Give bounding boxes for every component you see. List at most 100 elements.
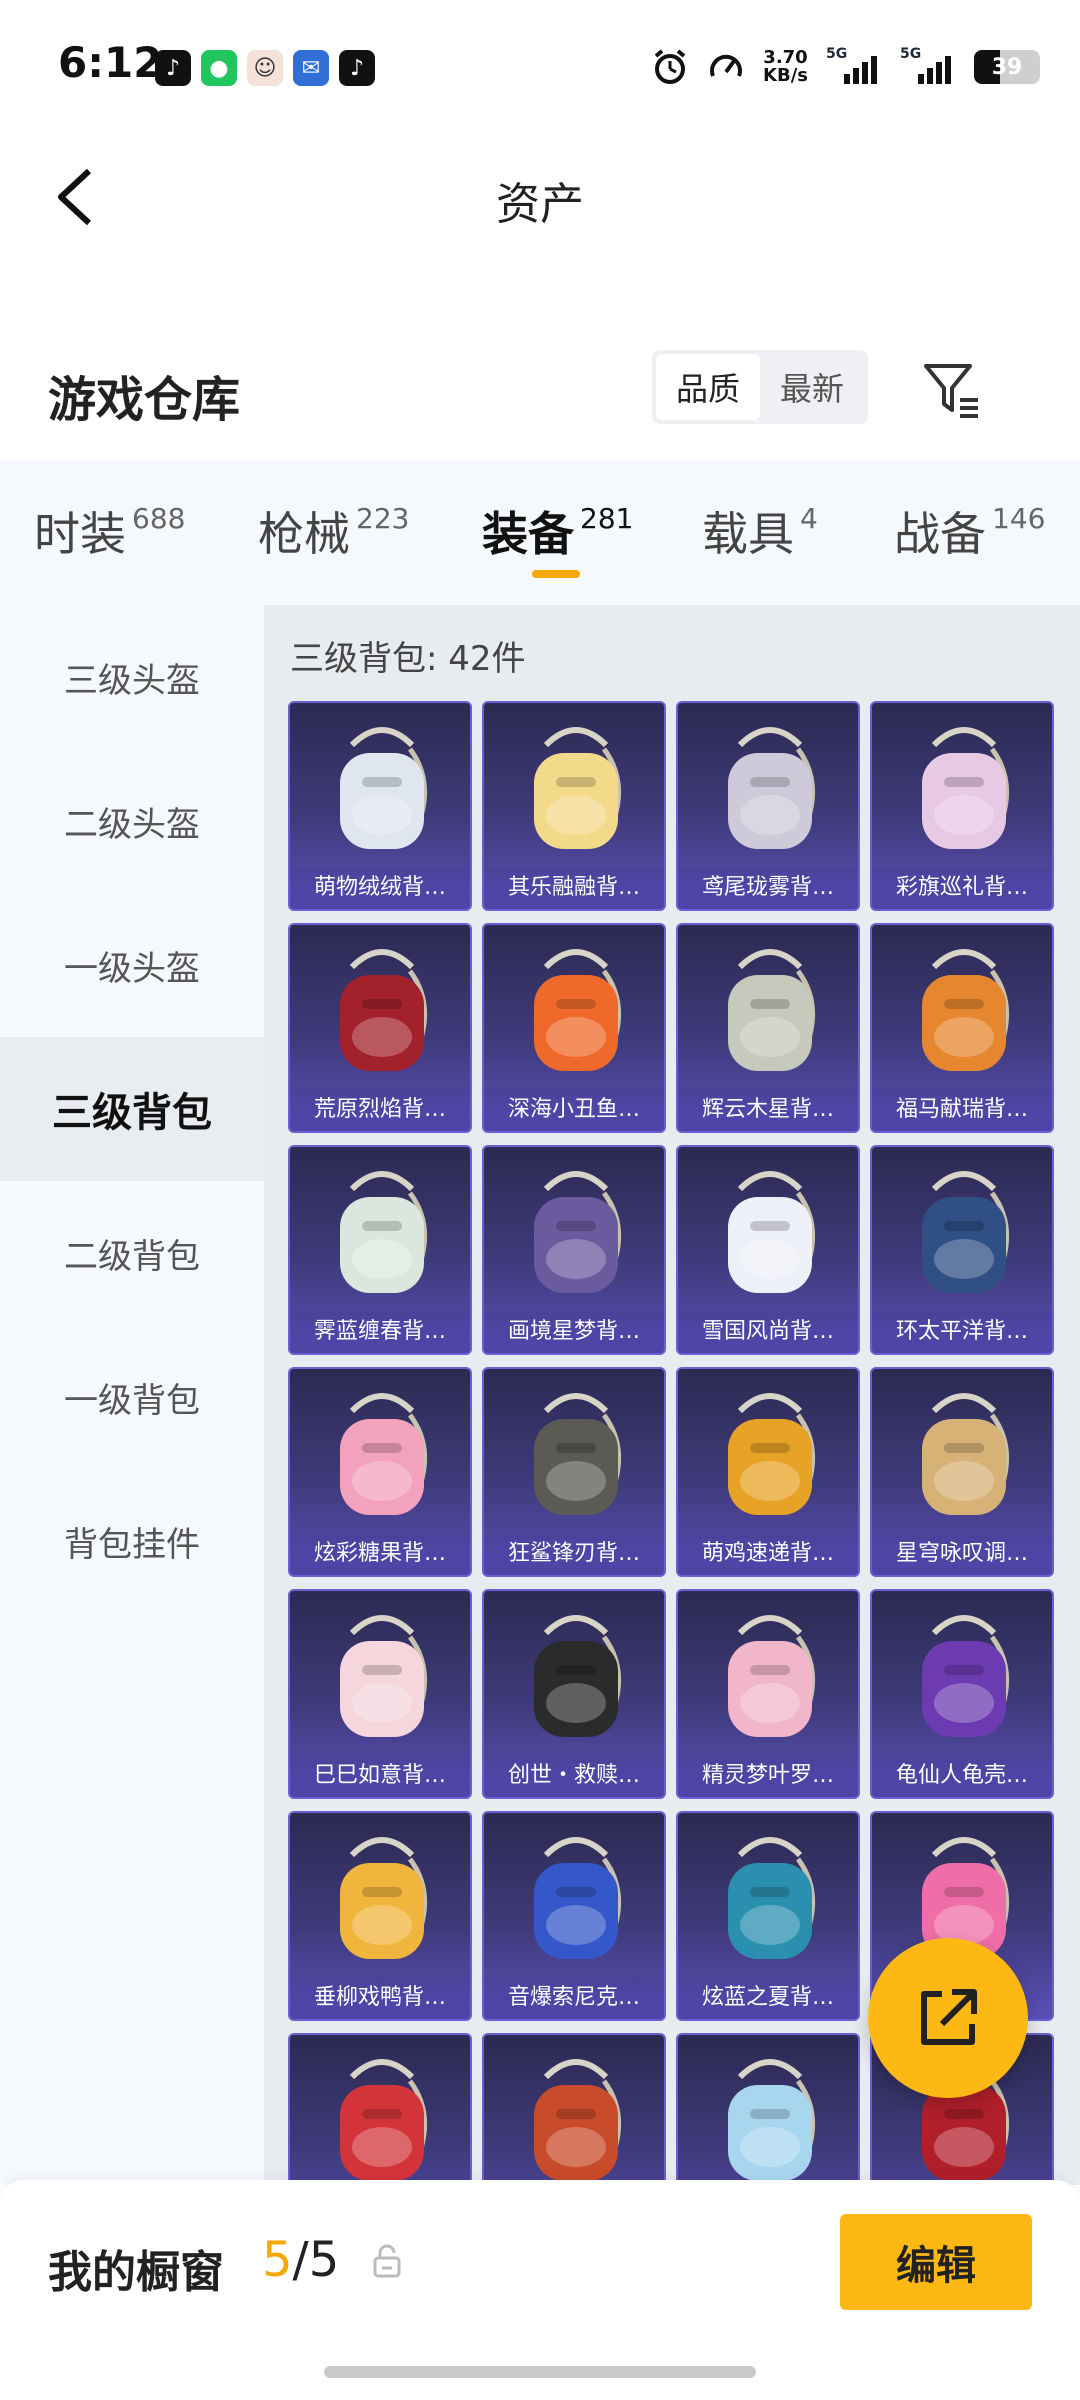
- showcase-current: 5: [262, 2232, 293, 2288]
- item-card[interactable]: 创世・救赎…: [482, 1589, 666, 1799]
- item-name: 精灵梦叶罗…: [678, 1755, 858, 1797]
- item-card[interactable]: 垂柳戏鸭背…: [288, 1811, 472, 2021]
- sidebar-item-level1-backpack[interactable]: 一级背包: [0, 1325, 264, 1469]
- backpack-icon: [340, 1837, 427, 1959]
- backpack-icon: [340, 949, 427, 1071]
- backpack-icon: [340, 2059, 427, 2181]
- showcase-separator: /: [292, 2232, 309, 2288]
- sidebar-item-level2-helmet[interactable]: 二级头盔: [0, 749, 264, 893]
- showcase-count: 5/5: [262, 2232, 339, 2288]
- item-card[interactable]: 萌物绒绒背…: [288, 701, 472, 911]
- category-tabs: 时装 688 枪械 223 装备 281 载具 4 战备 146: [0, 460, 1080, 605]
- item-card[interactable]: 环太平洋背…: [870, 1145, 1054, 1355]
- share-icon: [921, 1989, 977, 2045]
- sort-option-quality[interactable]: 品质: [656, 354, 760, 420]
- item-name: 鸢尾珑雾背…: [678, 867, 858, 909]
- sidebar-item-level1-helmet[interactable]: 一级头盔: [0, 893, 264, 1037]
- item-card[interactable]: 炫蓝之夏背…: [676, 1811, 860, 2021]
- backpack-icon: [534, 1393, 621, 1515]
- backpack-icon: [922, 1393, 1009, 1515]
- active-tab-indicator: [532, 570, 580, 578]
- item-card[interactable]: 鸢尾珑雾背…: [676, 701, 860, 911]
- backpack-icon: [534, 1615, 621, 1737]
- item-card[interactable]: 炫彩糖果背…: [288, 1367, 472, 1577]
- wechat-icon: ●: [201, 50, 237, 86]
- tab-count: 146: [992, 502, 1046, 535]
- backpack-icon: [340, 1615, 427, 1737]
- backpack-icon: [728, 949, 815, 1071]
- item-name: 垂柳戏鸭背…: [290, 1977, 470, 2019]
- sort-toggle: 品质 最新: [652, 350, 868, 424]
- item-name: 深海小丑鱼…: [484, 1089, 664, 1131]
- showcase-total: 5: [308, 2232, 340, 2288]
- item-card[interactable]: 狂鲨锋刃背…: [482, 1367, 666, 1577]
- sidebar-item-level2-backpack[interactable]: 二级背包: [0, 1181, 264, 1325]
- section-label: 三级背包: 42件: [290, 639, 526, 679]
- tab-fashion[interactable]: 时装 688: [34, 498, 185, 564]
- item-name: 炫彩糖果背…: [290, 1533, 470, 1575]
- tab-label: 战备: [894, 507, 986, 561]
- item-name: 音爆索尼克…: [484, 1977, 664, 2019]
- item-name: 狂鲨锋刃背…: [484, 1533, 664, 1575]
- backpack-icon: [534, 727, 621, 849]
- backpack-icon: [728, 1837, 815, 1959]
- sidebar-item-level3-backpack[interactable]: 三级背包: [0, 1037, 264, 1181]
- backpack-icon: [728, 2059, 815, 2181]
- sidebar-item-backpack-charm[interactable]: 背包挂件: [0, 1469, 264, 1613]
- backpack-icon: [340, 1171, 427, 1293]
- tab-tactical-gear[interactable]: 战备 146: [894, 498, 1045, 564]
- tab-label: 时装: [34, 507, 126, 561]
- item-name: 彩旗巡礼背…: [872, 867, 1052, 909]
- tab-firearms[interactable]: 枪械 223: [258, 498, 409, 564]
- item-card[interactable]: 萌鸡速递背…: [676, 1367, 860, 1577]
- item-name: 萌鸡速递背…: [678, 1533, 858, 1575]
- item-card[interactable]: 精灵梦叶罗…: [676, 1589, 860, 1799]
- signal-icon: 5G: [900, 46, 956, 84]
- page-title: 资产: [496, 179, 584, 230]
- tab-label: 装备: [482, 507, 574, 561]
- lock-icon: [373, 2244, 401, 2278]
- backpack-icon: [534, 1171, 621, 1293]
- item-card[interactable]: 辉云木星背…: [676, 923, 860, 1133]
- item-card[interactable]: 龟仙人龟壳…: [870, 1589, 1054, 1799]
- item-card[interactable]: 福马献瑞背…: [870, 923, 1054, 1133]
- item-card[interactable]: [482, 2033, 666, 2185]
- backpack-icon: [728, 727, 815, 849]
- share-button[interactable]: [868, 1938, 1028, 2098]
- item-card[interactable]: 霁蓝缠春背…: [288, 1145, 472, 1355]
- tab-vehicles[interactable]: 载具 4: [702, 498, 818, 564]
- network-speed-unit: KB/s: [763, 65, 808, 86]
- item-name: 龟仙人龟壳…: [872, 1755, 1052, 1797]
- network-speed: 3.70 KB/s: [763, 49, 808, 85]
- item-card[interactable]: 深海小丑鱼…: [482, 923, 666, 1133]
- item-name: 环太平洋背…: [872, 1311, 1052, 1353]
- backpack-icon: [728, 1393, 815, 1515]
- item-card[interactable]: 其乐融融背…: [482, 701, 666, 911]
- tab-equipment[interactable]: 装备 281: [482, 498, 633, 564]
- backpack-icon: [922, 727, 1009, 849]
- item-card[interactable]: 画境星梦背…: [482, 1145, 666, 1355]
- item-card[interactable]: [288, 2033, 472, 2185]
- item-card[interactable]: 彩旗巡礼背…: [870, 701, 1054, 911]
- item-card[interactable]: 荒原烈焰背…: [288, 923, 472, 1133]
- item-name: 萌物绒绒背…: [290, 867, 470, 909]
- sidebar-item-level3-helmet[interactable]: 三级头盔: [0, 605, 264, 749]
- item-card[interactable]: 音爆索尼克…: [482, 1811, 666, 2021]
- backpack-icon: [728, 1615, 815, 1737]
- edit-button[interactable]: 编辑: [840, 2214, 1032, 2310]
- filter-button[interactable]: [920, 358, 984, 422]
- status-indicators: 3.70 KB/s 5G 5G 39: [651, 46, 1040, 86]
- item-card[interactable]: 巳巳如意背…: [288, 1589, 472, 1799]
- item-card[interactable]: 雪国风尚背…: [676, 1145, 860, 1355]
- item-name: 其乐融融背…: [484, 867, 664, 909]
- item-card[interactable]: 星穹咏叹调…: [870, 1367, 1054, 1577]
- item-name: 巳巳如意背…: [290, 1755, 470, 1797]
- battery-level: 39: [991, 54, 1023, 80]
- warehouse-title: 游戏仓库: [48, 372, 241, 428]
- tab-count: 4: [800, 502, 818, 535]
- sort-option-newest[interactable]: 最新: [760, 354, 864, 420]
- item-card[interactable]: [676, 2033, 860, 2185]
- signal-label: 5G: [900, 46, 922, 62]
- item-name: 福马献瑞背…: [872, 1089, 1052, 1131]
- item-name: 星穹咏叹调…: [872, 1533, 1052, 1575]
